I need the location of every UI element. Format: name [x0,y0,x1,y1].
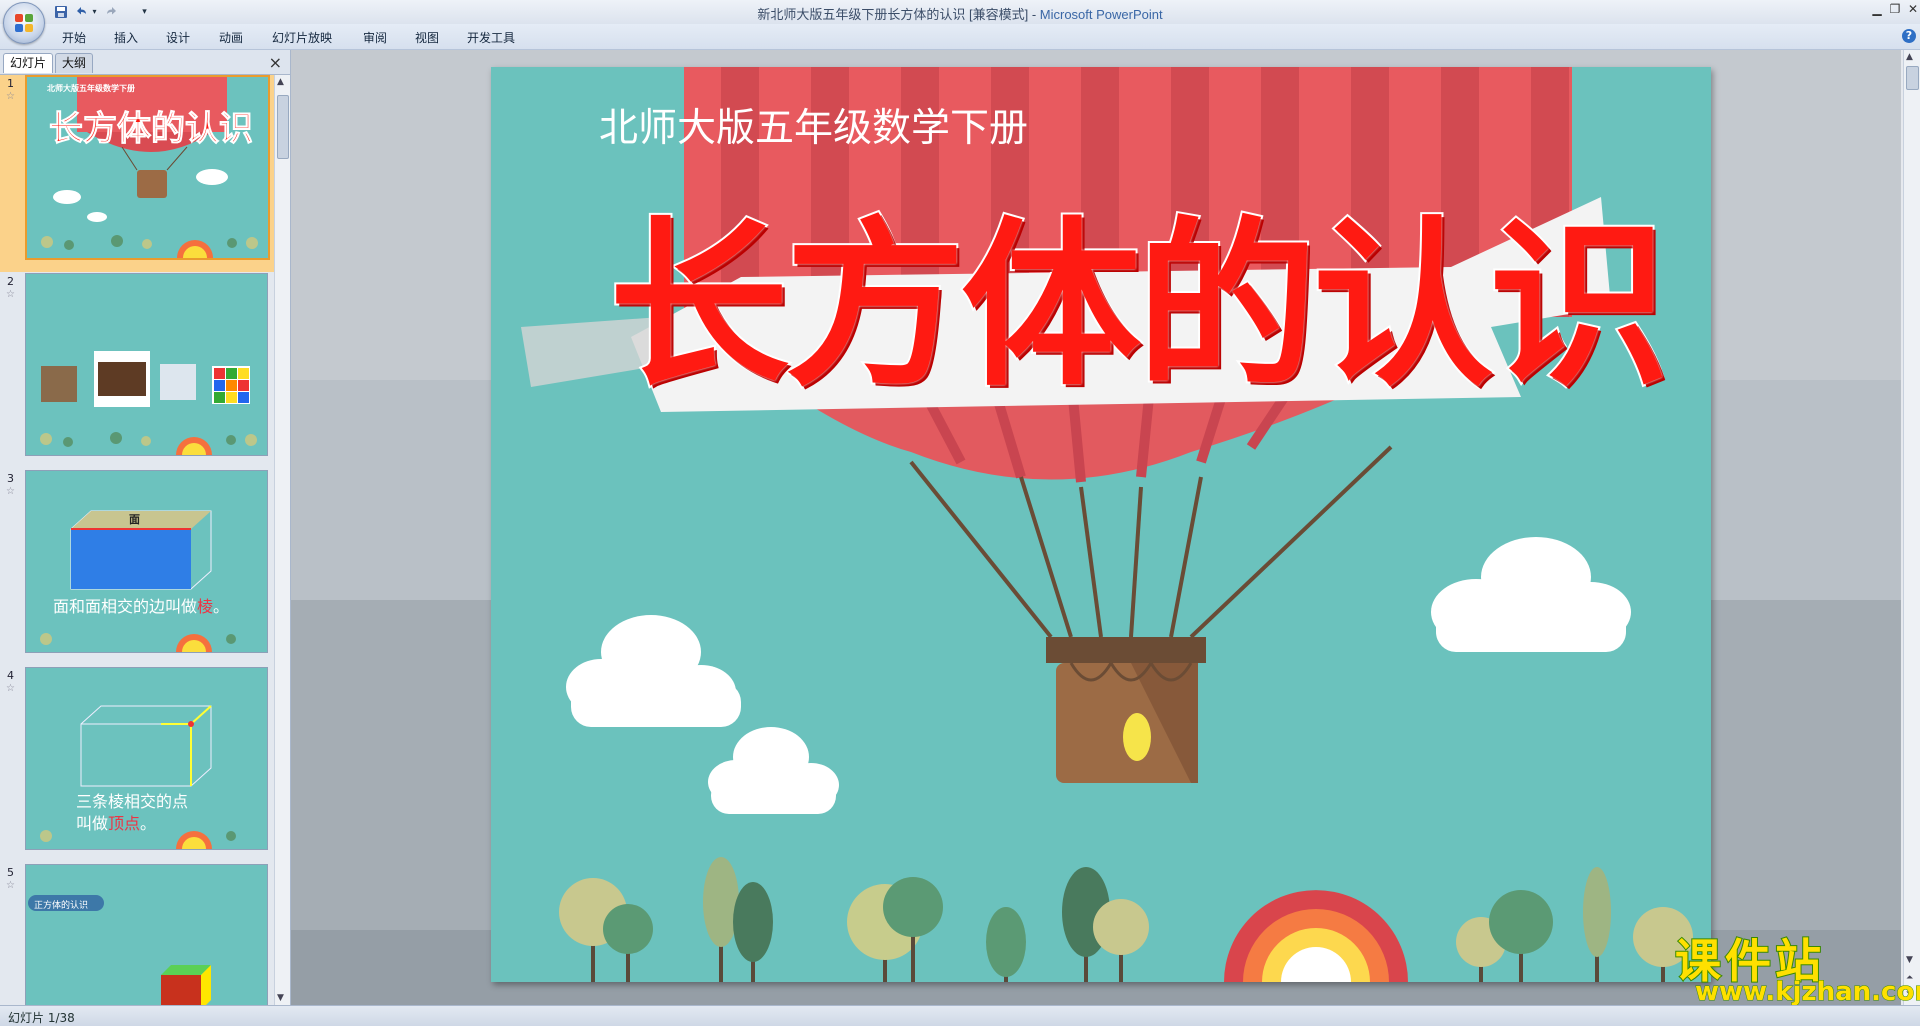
edge-text-a: 面和面相交的边叫做 [53,597,198,616]
tab-review[interactable]: 审阅 [363,29,387,46]
slide-number: 3 [7,472,14,485]
slide-number: 1 [7,77,14,90]
thumbnail-image: 北师大版五年级数学下册 长方体的认识 [25,75,270,260]
thumbnail-3-art [40,510,236,652]
rainbow [1224,890,1408,982]
thumbnail-2-art [40,351,257,455]
cube-tag: 正方体的认识 [34,901,89,911]
face-label: 面 [129,513,140,526]
document-title: 新北师大版五年级下册长方体的认识 [兼容模式] - [757,7,1040,22]
thumbnail-image [25,273,268,456]
slides-pane: 幻灯片 大纲 × 1 ☆ 北师大版五年级数学下册 长方体的认识 2 ☆ 3 ☆ … [0,50,291,1005]
watermark-url: www.kjzhan.com [1694,977,1920,1008]
lamp-flame [1123,713,1151,761]
app-name: Microsoft PowerPoint [1039,7,1163,22]
thumbnail-subtitle: 北师大版五年级数学下册 [47,84,135,93]
tab-view[interactable]: 视图 [415,29,439,46]
balloon-ropes [909,445,1393,639]
thumbnail-5-art [28,895,211,1005]
window-title: 新北师大版五年级下册长方体的认识 [兼容模式] - Microsoft Powe… [0,4,1920,23]
close-pane-icon[interactable]: × [269,53,282,72]
tab-insert[interactable]: 插入 [114,29,138,46]
tab-animation[interactable]: 动画 [219,29,243,46]
vertex-term: 顶点 [108,814,141,833]
watermark: 课件站 www.kjzhan.com [1674,925,1920,1008]
slide-count: 幻灯片 1/38 [8,1011,75,1025]
slide-thumbnail-5[interactable]: 5 ☆ 正方体的认识 [0,864,274,1005]
edge-definition: 面和面相交的边叫做棱。 [53,593,229,617]
slide-thumbnails: 1 ☆ 北师大版五年级数学下册 长方体的认识 2 ☆ 3 ☆ 面 面和面相交的边… [0,75,274,1005]
slide-title[interactable]: 长方体的认识 [607,215,1671,399]
slide-number: 2 [7,275,14,288]
trees [559,857,1693,982]
animation-star-icon: ☆ [6,486,15,497]
tab-outline[interactable]: 大纲 [55,53,94,73]
slide-subtitle[interactable]: 北师大版五年级数学下册 [599,97,1028,153]
animation-star-icon: ☆ [6,289,15,300]
scrollbar-thumb[interactable] [1906,66,1919,90]
thumbnail-image: 面 面和面相交的边叫做棱。 [25,470,268,653]
tab-slideshow[interactable]: 幻灯片放映 [272,29,332,46]
thumbnail-scrollbar[interactable]: ▲ ▼ [274,75,290,1005]
basket-rim [1046,637,1206,663]
title-bar: ▾ ▾ 新北师大版五年级下册长方体的认识 [兼容模式] - Microsoft … [0,0,1920,44]
tab-design[interactable]: 设计 [166,29,190,46]
slide-thumbnail-4[interactable]: 4 ☆ 三条棱相交的点 叫做顶点。 [0,667,274,864]
office-logo-icon [15,14,33,32]
scrollbar-thumb[interactable] [277,95,289,159]
scroll-down-icon[interactable]: ▼ [277,993,284,1003]
animation-star-icon: ☆ [6,880,15,891]
tab-developer[interactable]: 开发工具 [467,29,515,46]
edge-term: 棱 [197,597,214,616]
tab-home[interactable]: 开始 [62,29,86,46]
scroll-up-icon[interactable]: ▲ [277,77,284,87]
slide-number: 5 [7,866,14,879]
tab-slides[interactable]: 幻灯片 [3,53,54,73]
animation-star-icon: ☆ [6,683,15,694]
vertex-definition-line1: 三条棱相交的点 [76,792,189,811]
thumbnail-image: 正方体的认识 [25,864,268,1005]
pane-tabs: 幻灯片 大纲 × [0,50,290,75]
ribbon-tabs: 开始 插入 设计 动画 幻灯片放映 审阅 视图 开发工具 ? [0,24,1920,50]
thumbnail-title: 长方体的认识 [49,109,254,150]
cloud-right [1431,537,1631,652]
slide-thumbnail-3[interactable]: 3 ☆ 面 面和面相交的边叫做棱。 [0,470,274,667]
cloud-left [566,615,741,727]
help-icon[interactable]: ? [1902,29,1916,43]
edge-text-c: 。 [213,597,230,616]
editor-scrollbar[interactable]: ▲ ▼ ⏶ ⏷ [1903,50,1920,1005]
current-slide[interactable]: 北师大版五年级数学下册 长方体的认识 [491,67,1711,982]
vertex-definition-line2: 叫做顶点。 [76,810,156,834]
slide-number: 4 [7,669,14,682]
slide-thumbnail-1[interactable]: 1 ☆ 北师大版五年级数学下册 长方体的认识 [0,75,274,272]
vertex-text-c: 。 [140,814,157,833]
office-button[interactable] [3,2,45,44]
close-icon[interactable]: ✕ [1902,1,1920,17]
slide-thumbnail-2[interactable]: 2 ☆ [0,273,274,470]
status-bar: 幻灯片 1/38 [0,1005,1920,1026]
thumbnail-image: 三条棱相交的点 叫做顶点。 [25,667,268,850]
animation-star-icon: ☆ [6,91,15,102]
vertex-text-a: 叫做 [76,814,109,833]
scroll-up-icon[interactable]: ▲ [1906,52,1913,62]
cloud-bottom [708,727,839,814]
